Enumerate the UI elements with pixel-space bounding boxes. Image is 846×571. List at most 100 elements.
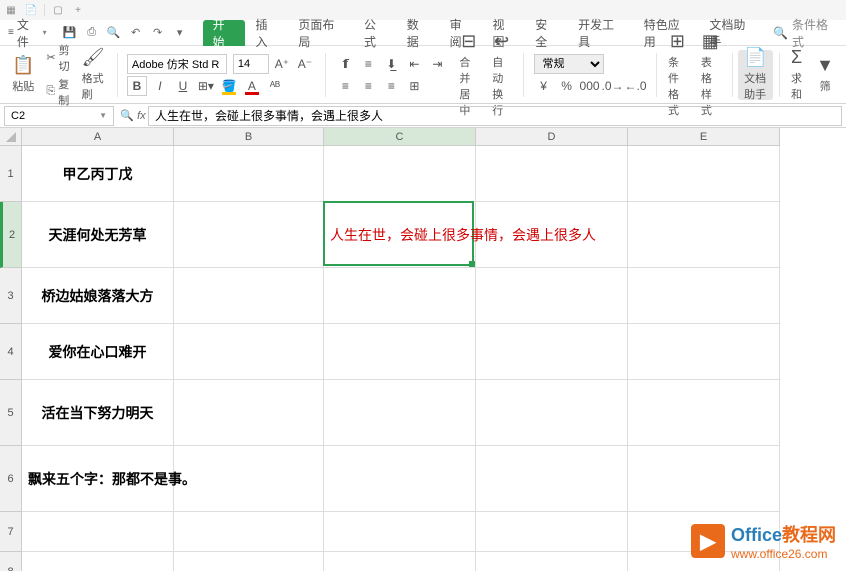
more-icon[interactable]: ▾ bbox=[171, 24, 189, 42]
wrap-text-button[interactable]: ↩ 自动换行 bbox=[486, 50, 517, 100]
filter-button[interactable]: ▼ 筛 bbox=[810, 50, 840, 100]
merge-center-button[interactable]: ⊟ 合并居中 bbox=[453, 50, 484, 100]
cell-A3[interactable]: 桥边姑娘落落大方 bbox=[22, 268, 174, 324]
tab-data[interactable]: 数据 bbox=[397, 20, 440, 46]
cell-C4[interactable] bbox=[324, 324, 476, 380]
comma-icon[interactable]: 000 bbox=[580, 76, 600, 96]
tab-special-apps[interactable]: 特色应用 bbox=[634, 20, 700, 46]
paste-button[interactable]: 📋 粘贴 bbox=[6, 50, 40, 100]
col-header-D[interactable]: D bbox=[476, 128, 628, 146]
row-header-6[interactable]: 6 bbox=[0, 446, 22, 512]
decrease-decimal-icon[interactable]: ←.0 bbox=[626, 76, 646, 96]
cell-E6[interactable] bbox=[628, 446, 780, 512]
align-top-icon[interactable]: ⬆̄ bbox=[335, 54, 355, 74]
cut-button[interactable]: ✂剪切 bbox=[46, 42, 69, 74]
row-header-5[interactable]: 5 bbox=[0, 380, 22, 446]
tab-dev-tools[interactable]: 开发工具 bbox=[568, 20, 634, 46]
cell-C2[interactable]: 人生在世，会碰上很多事情，会遇上很多人 bbox=[324, 202, 476, 268]
tab-formula[interactable]: 公式 bbox=[354, 20, 397, 46]
cell-D7[interactable] bbox=[476, 512, 628, 552]
print-icon[interactable]: ⎙ bbox=[83, 24, 101, 42]
cell-E5[interactable] bbox=[628, 380, 780, 446]
add-tab-icon[interactable]: + bbox=[71, 3, 85, 17]
cell-C7[interactable] bbox=[324, 512, 476, 552]
cell-D5[interactable] bbox=[476, 380, 628, 446]
cell-A8[interactable] bbox=[22, 552, 174, 571]
cell-C5[interactable] bbox=[324, 380, 476, 446]
tab-security[interactable]: 安全 bbox=[525, 20, 568, 46]
name-box[interactable]: C2 ▼ bbox=[4, 106, 114, 126]
percent-icon[interactable]: % bbox=[557, 76, 577, 96]
number-format-combo[interactable]: 常规 bbox=[534, 54, 604, 74]
font-size-combo[interactable] bbox=[233, 54, 269, 74]
increase-decimal-icon[interactable]: .0→ bbox=[603, 76, 623, 96]
tab-insert[interactable]: 插入 bbox=[245, 20, 288, 46]
copy-button[interactable]: ⎘复制 bbox=[46, 76, 69, 108]
tab-icon[interactable]: ▢ bbox=[51, 3, 65, 17]
doc-assist-button[interactable]: 📄 文档助手 bbox=[738, 50, 772, 100]
undo-icon[interactable]: ↶ bbox=[127, 24, 145, 42]
row-header-4[interactable]: 4 bbox=[0, 324, 22, 380]
align-bottom-icon[interactable]: ⬇̲ bbox=[381, 54, 401, 74]
cell-A6[interactable]: 飘来五个字：那都不是事。 bbox=[22, 446, 174, 512]
cell-A5[interactable]: 活在当下努力明天 bbox=[22, 380, 174, 446]
bold-button[interactable]: B bbox=[127, 76, 147, 96]
cell-C6[interactable] bbox=[324, 446, 476, 512]
cond-format-button[interactable]: ⊞ 条件格式 bbox=[662, 50, 693, 100]
cell-A4[interactable]: 爱你在心口难开 bbox=[22, 324, 174, 380]
row-header-8[interactable]: 8 bbox=[0, 552, 22, 571]
cell-E2[interactable] bbox=[628, 202, 780, 268]
cell-E4[interactable] bbox=[628, 324, 780, 380]
row-header-1[interactable]: 1 bbox=[0, 146, 22, 202]
fx-button[interactable]: 🔍 fx bbox=[118, 109, 148, 122]
cell-E3[interactable] bbox=[628, 268, 780, 324]
cell-D1[interactable] bbox=[476, 146, 628, 202]
align-right-icon[interactable]: ≡ bbox=[381, 76, 401, 96]
cell-D3[interactable] bbox=[476, 268, 628, 324]
cell-A2[interactable]: 天涯何处无芳草 bbox=[22, 202, 174, 268]
align-middle-icon[interactable]: ≡ bbox=[358, 54, 378, 74]
italic-button[interactable]: I bbox=[150, 76, 170, 96]
cell-B7[interactable] bbox=[174, 512, 324, 552]
cell-B1[interactable] bbox=[174, 146, 324, 202]
cell-B5[interactable] bbox=[174, 380, 324, 446]
cell-E1[interactable] bbox=[628, 146, 780, 202]
cell-B3[interactable] bbox=[174, 268, 324, 324]
table-format-button[interactable]: ▦ 表格样式 bbox=[695, 50, 726, 100]
tab-page-layout[interactable]: 页面布局 bbox=[288, 20, 354, 46]
cond-format-search[interactable]: 🔍 条件格式 bbox=[765, 16, 846, 50]
row-header-7[interactable]: 7 bbox=[0, 512, 22, 552]
col-header-C[interactable]: C bbox=[324, 128, 476, 146]
font-color-button[interactable]: A bbox=[242, 76, 262, 96]
decrease-font-icon[interactable]: A⁻ bbox=[295, 54, 315, 74]
align-left-icon[interactable]: ≡ bbox=[335, 76, 355, 96]
font-name-combo[interactable] bbox=[127, 54, 227, 74]
decrease-indent-icon[interactable]: ⇤ bbox=[404, 54, 424, 74]
row-header-2[interactable]: 2 bbox=[0, 202, 22, 268]
cell-C1[interactable] bbox=[324, 146, 476, 202]
cell-D6[interactable] bbox=[476, 446, 628, 512]
cell-A1[interactable]: 甲乙丙丁戊 bbox=[22, 146, 174, 202]
increase-font-icon[interactable]: A⁺ bbox=[272, 54, 292, 74]
align-center-icon[interactable]: ≡ bbox=[358, 76, 378, 96]
cell-D4[interactable] bbox=[476, 324, 628, 380]
col-header-E[interactable]: E bbox=[628, 128, 780, 146]
format-painter-button[interactable]: 🖌 格式刷 bbox=[76, 50, 111, 100]
cell-B2[interactable] bbox=[174, 202, 324, 268]
cells-area[interactable]: 甲乙丙丁戊天涯何处无芳草 人生在世，会碰上很多事情，会遇上很多人桥边姑娘落落大方爱… bbox=[22, 146, 780, 571]
redo-icon[interactable]: ↷ bbox=[149, 24, 167, 42]
phonetic-button[interactable]: ᴬᴮ bbox=[265, 76, 285, 96]
currency-icon[interactable]: ¥ bbox=[534, 76, 554, 96]
cell-B8[interactable] bbox=[174, 552, 324, 571]
formula-input[interactable]: 人生在世，会碰上很多事情，会遇上很多人 bbox=[148, 106, 842, 126]
cell-C8[interactable] bbox=[324, 552, 476, 571]
select-all-corner[interactable] bbox=[0, 128, 22, 146]
border-button[interactable]: ⊞▾ bbox=[196, 76, 216, 96]
tab-start[interactable]: 开始 bbox=[203, 20, 246, 46]
underline-button[interactable]: U bbox=[173, 76, 193, 96]
save-icon[interactable]: 💾 bbox=[61, 24, 79, 42]
cell-B4[interactable] bbox=[174, 324, 324, 380]
sum-button[interactable]: Σ 求和 bbox=[785, 50, 808, 100]
col-header-B[interactable]: B bbox=[174, 128, 324, 146]
cell-A7[interactable] bbox=[22, 512, 174, 552]
